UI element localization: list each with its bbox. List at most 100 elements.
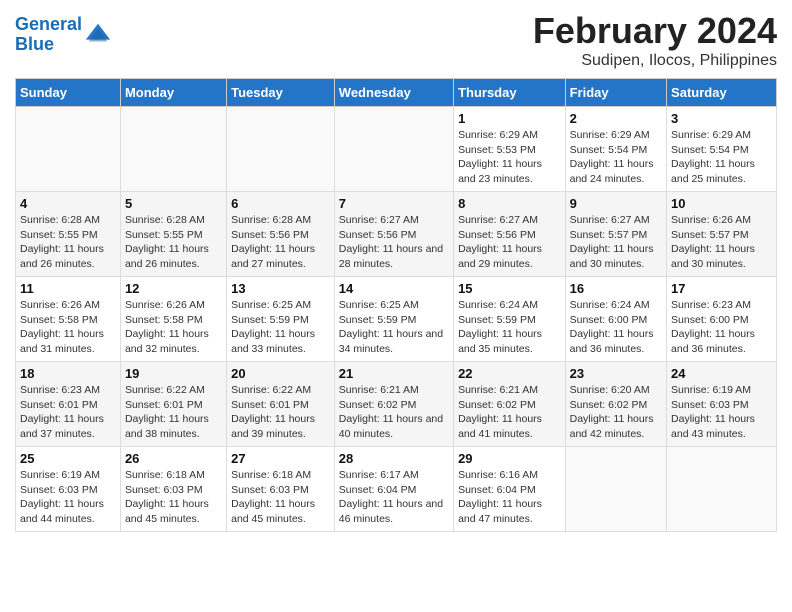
weekday-monday: Monday [120,79,226,107]
calendar-week-1: 1 Sunrise: 6:29 AM Sunset: 5:53 PM Daylig… [16,107,777,192]
day-number: 13 [231,281,330,296]
day-number: 12 [125,281,222,296]
day-info: Sunrise: 6:17 AM Sunset: 6:04 PM Dayligh… [339,468,449,527]
calendar-cell [667,447,777,532]
day-info: Sunrise: 6:21 AM Sunset: 6:02 PM Dayligh… [339,383,449,442]
day-info: Sunrise: 6:26 AM Sunset: 5:58 PM Dayligh… [125,298,222,357]
calendar-cell: 3 Sunrise: 6:29 AM Sunset: 5:54 PM Daylig… [667,107,777,192]
calendar-cell: 17 Sunrise: 6:23 AM Sunset: 6:00 PM Dayli… [667,277,777,362]
day-info: Sunrise: 6:24 AM Sunset: 5:59 PM Dayligh… [458,298,561,357]
day-number: 8 [458,196,561,211]
day-number: 1 [458,111,561,126]
calendar-cell: 2 Sunrise: 6:29 AM Sunset: 5:54 PM Daylig… [565,107,666,192]
calendar-cell [565,447,666,532]
calendar-cell: 10 Sunrise: 6:26 AM Sunset: 5:57 PM Dayli… [667,192,777,277]
calendar-cell: 1 Sunrise: 6:29 AM Sunset: 5:53 PM Daylig… [454,107,566,192]
weekday-friday: Friday [565,79,666,107]
calendar-cell: 24Sunrise: 6:19 AM Sunset: 6:03 PM Dayli… [667,362,777,447]
day-info: Sunrise: 6:23 AM Sunset: 6:00 PM Dayligh… [671,298,772,357]
day-info: Sunrise: 6:26 AM Sunset: 5:58 PM Dayligh… [20,298,116,357]
day-info: Sunrise: 6:21 AM Sunset: 6:02 PM Dayligh… [458,383,561,442]
day-info: Sunrise: 6:28 AM Sunset: 5:55 PM Dayligh… [125,213,222,272]
day-number: 17 [671,281,772,296]
weekday-thursday: Thursday [454,79,566,107]
calendar-cell: 22 Sunrise: 6:21 AM Sunset: 6:02 PM Dayli… [454,362,566,447]
day-info: Sunrise: 6:27 AM Sunset: 5:56 PM Dayligh… [458,213,561,272]
day-number: 6 [231,196,330,211]
day-number: 3 [671,111,772,126]
calendar-cell: 19Sunrise: 6:22 AM Sunset: 6:01 PM Dayli… [120,362,226,447]
day-info: Sunrise: 6:18 AM Sunset: 6:03 PM Dayligh… [125,468,222,527]
calendar-cell: 6 Sunrise: 6:28 AM Sunset: 5:56 PM Daylig… [227,192,335,277]
day-info: Sunrise: 6:28 AM Sunset: 5:55 PM Dayligh… [20,213,116,272]
day-info: Sunrise: 6:27 AM Sunset: 5:57 PM Dayligh… [570,213,662,272]
calendar-cell: 21 Sunrise: 6:21 AM Sunset: 6:02 PM Dayli… [334,362,453,447]
day-info: Sunrise: 6:25 AM Sunset: 5:59 PM Dayligh… [231,298,330,357]
calendar-cell: 20Sunrise: 6:22 AM Sunset: 6:01 PM Dayli… [227,362,335,447]
day-info: Sunrise: 6:28 AM Sunset: 5:56 PM Dayligh… [231,213,330,272]
calendar-cell: 14 Sunrise: 6:25 AM Sunset: 5:59 PM Dayli… [334,277,453,362]
day-info: Sunrise: 6:29 AM Sunset: 5:54 PM Dayligh… [671,128,772,187]
day-number: 22 [458,366,561,381]
logo-general: General [15,14,82,34]
logo: General Blue [15,15,112,55]
calendar-cell: 28Sunrise: 6:17 AM Sunset: 6:04 PM Dayli… [334,447,453,532]
calendar-cell [120,107,226,192]
day-info: Sunrise: 6:29 AM Sunset: 5:54 PM Dayligh… [570,128,662,187]
calendar-cell: 12 Sunrise: 6:26 AM Sunset: 5:58 PM Dayli… [120,277,226,362]
calendar-cell: 29Sunrise: 6:16 AM Sunset: 6:04 PM Dayli… [454,447,566,532]
calendar-cell: 25 Sunrise: 6:19 AM Sunset: 6:03 PM Dayli… [16,447,121,532]
day-number: 23 [570,366,662,381]
day-info: Sunrise: 6:25 AM Sunset: 5:59 PM Dayligh… [339,298,449,357]
location-subtitle: Sudipen, Ilocos, Philippines [533,52,777,70]
calendar-cell: 5 Sunrise: 6:28 AM Sunset: 5:55 PM Daylig… [120,192,226,277]
calendar-cell: 4 Sunrise: 6:28 AM Sunset: 5:55 PM Daylig… [16,192,121,277]
day-number: 14 [339,281,449,296]
day-number: 27 [231,451,330,466]
weekday-tuesday: Tuesday [227,79,335,107]
day-number: 18 [20,366,116,381]
weekday-sunday: Sunday [16,79,121,107]
calendar-cell: 11 Sunrise: 6:26 AM Sunset: 5:58 PM Dayli… [16,277,121,362]
day-info: Sunrise: 6:20 AM Sunset: 6:02 PM Dayligh… [570,383,662,442]
calendar-cell: 7Sunrise: 6:27 AM Sunset: 5:56 PM Daylig… [334,192,453,277]
day-info: Sunrise: 6:26 AM Sunset: 5:57 PM Dayligh… [671,213,772,272]
day-number: 10 [671,196,772,211]
weekday-wednesday: Wednesday [334,79,453,107]
calendar-cell [334,107,453,192]
day-info: Sunrise: 6:24 AM Sunset: 6:00 PM Dayligh… [570,298,662,357]
title-block: February 2024 Sudipen, Ilocos, Philippin… [533,10,777,70]
day-number: 24 [671,366,772,381]
calendar-cell: 13 Sunrise: 6:25 AM Sunset: 5:59 PM Dayli… [227,277,335,362]
page-header: General Blue February 2024 Sudipen, Iloc… [15,10,777,70]
logo-icon [84,21,112,49]
day-number: 26 [125,451,222,466]
calendar-week-4: 18 Sunrise: 6:23 AM Sunset: 6:01 PM Dayli… [16,362,777,447]
day-number: 11 [20,281,116,296]
day-number: 29 [458,451,561,466]
logo-blue: Blue [15,35,82,55]
day-info: Sunrise: 6:23 AM Sunset: 6:01 PM Dayligh… [20,383,116,442]
day-info: Sunrise: 6:27 AM Sunset: 5:56 PM Dayligh… [339,213,449,272]
day-number: 4 [20,196,116,211]
day-number: 5 [125,196,222,211]
calendar-cell: 18 Sunrise: 6:23 AM Sunset: 6:01 PM Dayli… [16,362,121,447]
day-number: 19 [125,366,222,381]
day-number: 15 [458,281,561,296]
day-info: Sunrise: 6:29 AM Sunset: 5:53 PM Dayligh… [458,128,561,187]
calendar-body: 1 Sunrise: 6:29 AM Sunset: 5:53 PM Daylig… [16,107,777,532]
day-number: 21 [339,366,449,381]
calendar-cell [227,107,335,192]
calendar-week-3: 11 Sunrise: 6:26 AM Sunset: 5:58 PM Dayli… [16,277,777,362]
day-number: 25 [20,451,116,466]
calendar-week-5: 25 Sunrise: 6:19 AM Sunset: 6:03 PM Dayli… [16,447,777,532]
day-info: Sunrise: 6:19 AM Sunset: 6:03 PM Dayligh… [20,468,116,527]
weekday-saturday: Saturday [667,79,777,107]
calendar-cell: 9 Sunrise: 6:27 AM Sunset: 5:57 PM Daylig… [565,192,666,277]
day-number: 9 [570,196,662,211]
day-number: 2 [570,111,662,126]
weekday-header-row: SundayMondayTuesdayWednesdayThursdayFrid… [16,79,777,107]
calendar-cell [16,107,121,192]
day-info: Sunrise: 6:22 AM Sunset: 6:01 PM Dayligh… [231,383,330,442]
calendar-table: SundayMondayTuesdayWednesdayThursdayFrid… [15,78,777,532]
